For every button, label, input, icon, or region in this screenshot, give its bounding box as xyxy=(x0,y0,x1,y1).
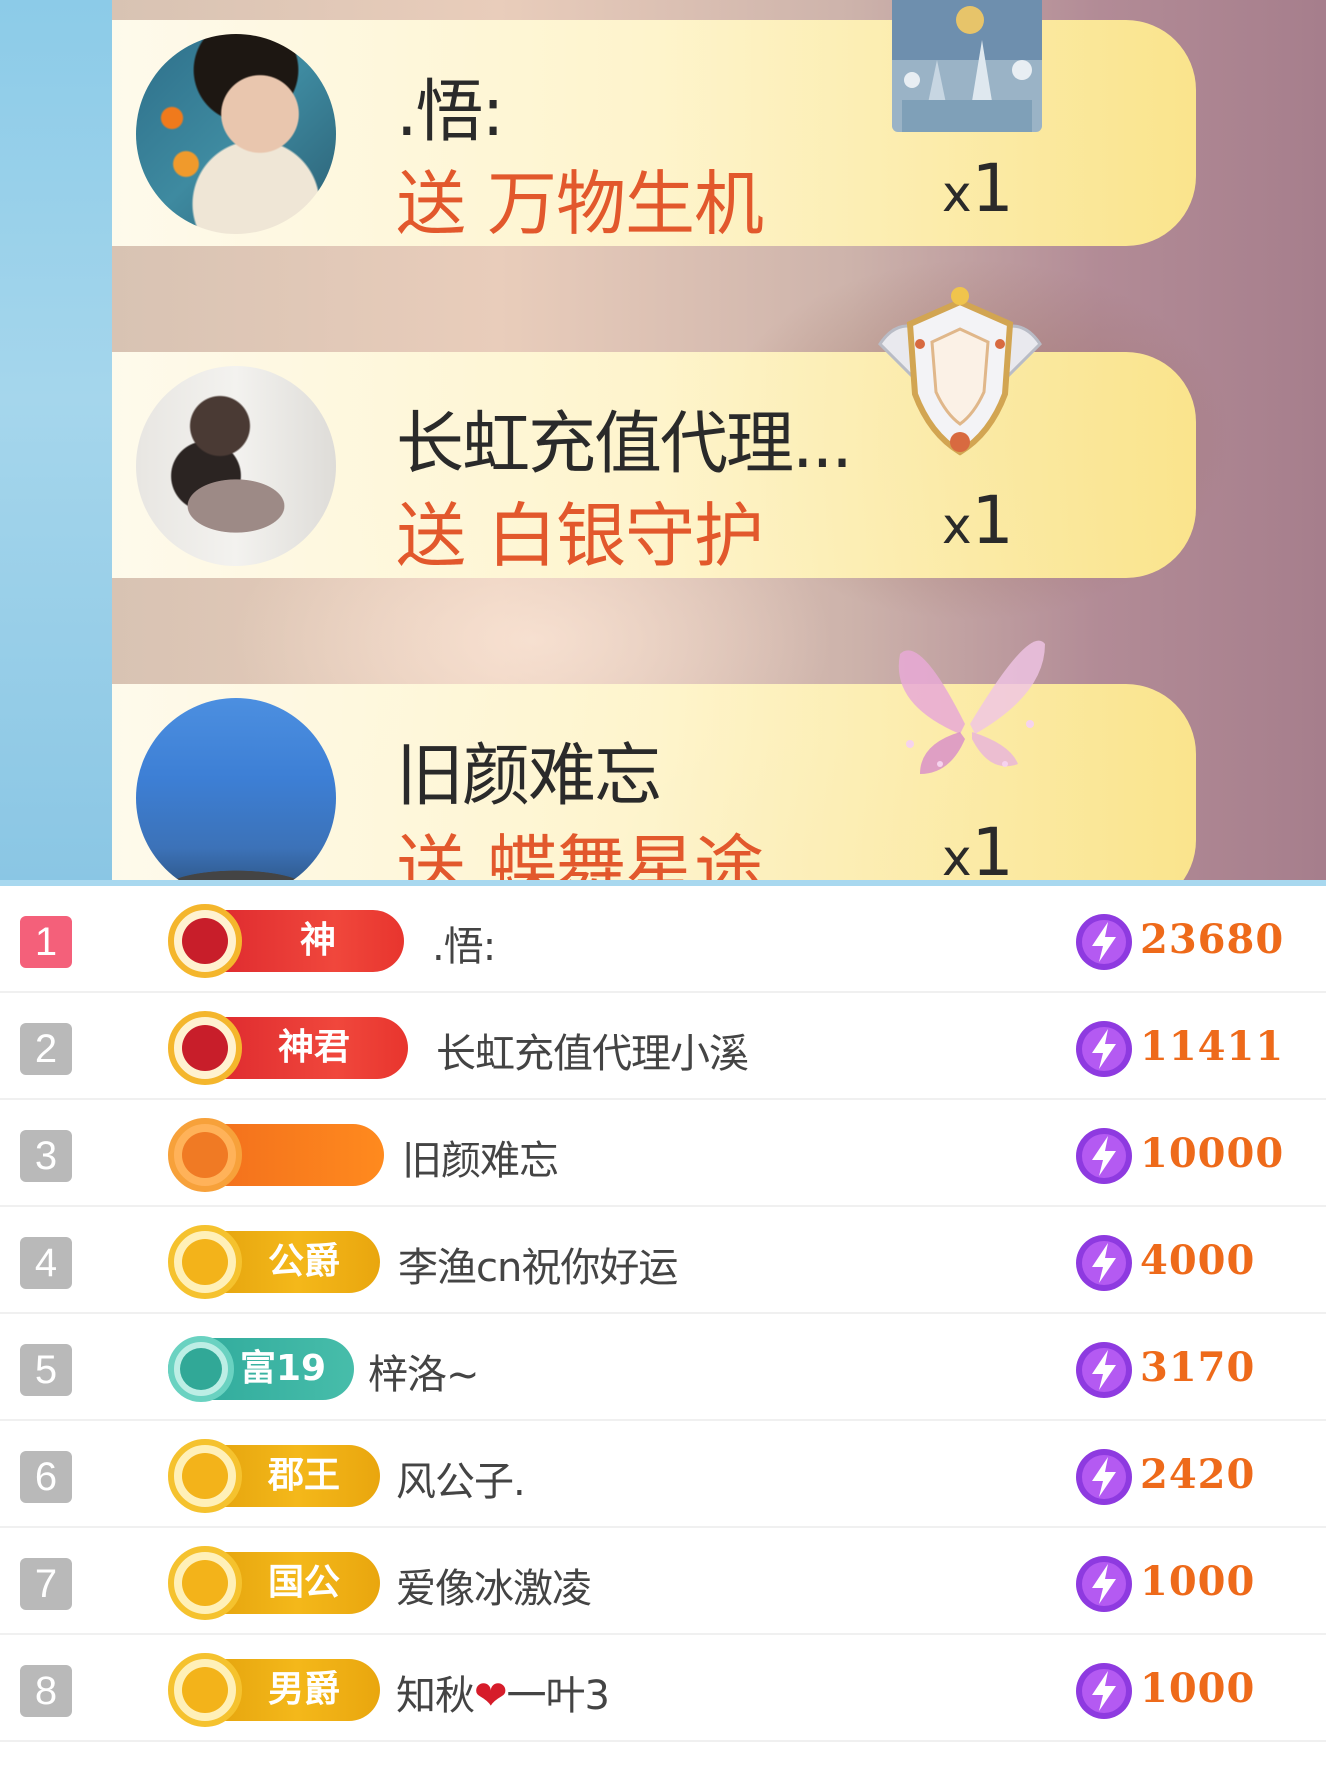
lightning-coin-icon xyxy=(1076,1021,1132,1077)
ranking-row[interactable]: 1 神 .悟: 23680 xyxy=(0,886,1326,993)
silver-shield-icon xyxy=(878,287,1042,456)
score-value: 23680 xyxy=(1140,916,1285,963)
gift-count: x1 xyxy=(942,150,1014,227)
lightning-coin-icon xyxy=(1076,1556,1132,1612)
badge-emblem-icon xyxy=(168,904,242,978)
rank-number: 7 xyxy=(20,1558,72,1610)
send-word: 送 xyxy=(396,495,466,577)
gift-description: 送蝶舞星途 xyxy=(396,812,764,886)
gift-description: 送万物生机 xyxy=(396,148,764,249)
ranking-row[interactable]: 8 男爵 知秋❤一叶3 1000 xyxy=(0,1635,1326,1742)
badge-emblem-icon xyxy=(168,1011,242,1085)
rank-number: 4 xyxy=(20,1237,72,1289)
score-value: 10000 xyxy=(1140,1130,1285,1177)
ranking-row[interactable]: 5 富19 梓洛~ 3170 xyxy=(0,1314,1326,1421)
noble-badge: 神 xyxy=(168,904,404,978)
score-value: 2420 xyxy=(1140,1451,1256,1498)
noble-badge xyxy=(168,1118,384,1192)
user-name[interactable]: .悟: xyxy=(432,914,496,972)
heart-icon: ❤ xyxy=(474,1673,508,1719)
lightning-coin-icon xyxy=(1076,1342,1132,1398)
user-name[interactable]: 梓洛~ xyxy=(368,1342,480,1400)
user-name[interactable]: 知秋❤一叶3 xyxy=(396,1663,610,1721)
lightning-coin-icon xyxy=(1076,1128,1132,1184)
gift-name: 蝶舞星途 xyxy=(487,827,764,886)
score-value: 4000 xyxy=(1140,1237,1256,1284)
live-stream-stage: .悟: 送万物生机 x1 长虹充值代理... 送白银守护 x1 旧颜难忘 送 蝶… xyxy=(0,0,1326,886)
user-name[interactable]: 风公子. xyxy=(396,1449,526,1507)
lightning-coin-icon xyxy=(1076,1449,1132,1505)
wealth-level-badge: 富19 xyxy=(168,1336,354,1402)
rank-number: 5 xyxy=(20,1344,72,1396)
lightning-coin-icon xyxy=(1076,914,1132,970)
butterfly-icon xyxy=(898,640,1045,774)
badge-emblem-icon xyxy=(168,1439,242,1513)
rank-number: 6 xyxy=(20,1451,72,1503)
avatar[interactable] xyxy=(136,34,336,234)
ranking-row[interactable]: 7 国公 爱像冰激凌 1000 xyxy=(0,1528,1326,1635)
gift-description: 送白银守护 xyxy=(396,480,764,581)
rank-number: 2 xyxy=(20,1023,72,1075)
gift-notification: 旧颜难忘 送蝶舞星途 x1 xyxy=(112,640,1196,886)
contribution-ranking-list: 1 神 .悟: 23680 2 神君 长虹充值代理小溪 11411 3 旧颜难忘… xyxy=(0,886,1326,1742)
noble-badge: 郡王 xyxy=(168,1439,380,1513)
badge-emblem-icon xyxy=(168,1225,242,1299)
user-name[interactable]: 李渔cn祝你好运 xyxy=(398,1235,678,1293)
rank-number: 3 xyxy=(20,1130,72,1182)
gift-sender-name: 旧颜难忘 xyxy=(396,737,662,816)
rank-number: 1 xyxy=(20,916,72,968)
user-name[interactable]: 爱像冰激凌 xyxy=(396,1556,592,1614)
ranking-row[interactable]: 2 神君 长虹充值代理小溪 11411 xyxy=(0,993,1326,1100)
user-name[interactable]: 长虹充值代理小溪 xyxy=(436,1021,749,1079)
avatar[interactable] xyxy=(136,698,336,886)
ranking-row[interactable]: 3 旧颜难忘 10000 xyxy=(0,1100,1326,1207)
gift-count: x1 xyxy=(942,814,1014,886)
gift-name: 万物生机 xyxy=(487,163,764,245)
score-value: 3170 xyxy=(1140,1344,1256,1391)
ranking-row[interactable]: 4 公爵 李渔cn祝你好运 4000 xyxy=(0,1207,1326,1314)
noble-badge: 国公 xyxy=(168,1546,380,1620)
badge-emblem-icon xyxy=(168,1546,242,1620)
wealth-level-icon xyxy=(168,1336,234,1402)
rank-number: 8 xyxy=(20,1665,72,1717)
send-word: 送 xyxy=(396,163,466,245)
noble-badge: 公爵 xyxy=(168,1225,380,1299)
badge-emblem-icon xyxy=(168,1653,242,1727)
lightning-coin-icon xyxy=(1076,1235,1132,1291)
castle-scene-icon xyxy=(892,0,1042,132)
score-value: 11411 xyxy=(1140,1023,1285,1070)
gift-notification: .悟: 送万物生机 x1 xyxy=(112,0,1196,249)
score-value: 1000 xyxy=(1140,1558,1256,1605)
noble-badge: 神君 xyxy=(168,1011,408,1085)
badge-emblem-icon xyxy=(168,1118,242,1192)
noble-badge: 男爵 xyxy=(168,1653,380,1727)
send-word: 送 xyxy=(396,827,466,886)
gift-sender-name: 长虹充值代理... xyxy=(396,405,853,484)
score-value: 1000 xyxy=(1140,1665,1256,1712)
gift-sender-name: .悟: xyxy=(396,73,505,152)
gift-count: x1 xyxy=(942,482,1014,559)
gift-notification: 长虹充值代理... 送白银守护 x1 xyxy=(112,287,1196,581)
avatar[interactable] xyxy=(136,366,336,566)
gift-name: 白银守护 xyxy=(487,495,764,577)
stage-side-panel xyxy=(0,0,112,886)
user-name[interactable]: 旧颜难忘 xyxy=(402,1128,559,1186)
ranking-row[interactable]: 6 郡王 风公子. 2420 xyxy=(0,1421,1326,1528)
lightning-coin-icon xyxy=(1076,1663,1132,1719)
